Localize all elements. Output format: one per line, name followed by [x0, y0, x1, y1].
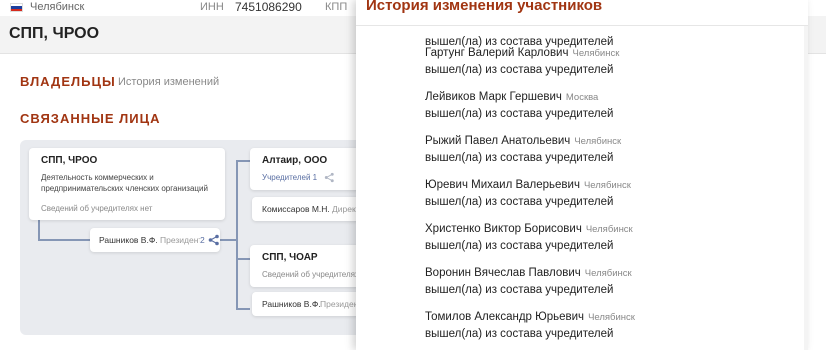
main-person-chip[interactable]: Рашников В.Ф. Президент 2 [90, 228, 220, 252]
russia-flag-icon [10, 3, 23, 12]
connector-line [38, 220, 40, 240]
history-panel-title: История изменения участников [366, 0, 603, 14]
kpp-label: КПП [325, 1, 348, 13]
history-entry-name[interactable]: Рыжий Павел Анатольевич [425, 135, 570, 147]
history-entry-name[interactable]: Томилов Александр Юрьевич [425, 311, 584, 323]
inn-value: 7451086290 [235, 0, 302, 14]
connector-line [236, 160, 238, 310]
history-entry: Воронин Вячеслав Павлович Челябинск вышел… [425, 263, 805, 307]
connector-line [236, 308, 250, 310]
person-name: Рашников В.Ф. [262, 299, 321, 309]
history-entry: Лейвиков Марк Гершевич Москва вышел(ла) и… [425, 87, 805, 131]
history-entry-name[interactable]: Юревич Михаил Валерьевич [425, 179, 580, 191]
owners-section-title: ВЛАДЕЛЬЦЫ [20, 74, 116, 89]
main-company-card[interactable]: СПП, ЧРОО Деятельность коммерческих и пр… [29, 148, 225, 220]
history-entry: Юревич Михаил Валерьевич Челябинск вышел(… [425, 175, 805, 219]
history-entry-action: вышел(ла) из состава учредителей [425, 284, 614, 296]
history-entry-city: Челябинск [583, 180, 631, 191]
connector-line [236, 258, 250, 260]
share-icon[interactable] [324, 172, 335, 183]
history-entry-name[interactable]: Воронин Вячеслав Павлович [425, 267, 581, 279]
inn-label: ИНН [200, 1, 224, 13]
history-panel: История изменения участников вышел(ла) и… [356, 0, 808, 350]
history-entry: Христенко Виктор Борисович Челябинск выше… [425, 219, 805, 263]
person-name: Рашников В.Ф. [99, 235, 158, 245]
history-entry-city: Челябинск [588, 312, 635, 323]
history-entry-city: Москва [565, 92, 599, 103]
history-entry-city: Челябинск [574, 136, 622, 147]
person-name: Комиссаров М.Н. [262, 204, 330, 214]
history-entry: Гартунг Валерий Карлович Челябинск вышел(… [425, 43, 805, 87]
person-role: Президент [160, 235, 200, 245]
history-panel-header: История изменения участников [356, 0, 808, 26]
choar-company-title: СПП, ЧОАР [262, 252, 318, 263]
main-company-title: СПП, ЧРОО [41, 155, 98, 166]
share-icon[interactable] [208, 234, 220, 246]
history-entry-action: вышел(ла) из состава учредителей [425, 240, 614, 252]
owners-history-link[interactable]: История изменений [118, 76, 219, 88]
connector-line [220, 239, 236, 241]
history-panel-scrollbar[interactable] [804, 26, 808, 350]
region-city: Челябинск [30, 1, 85, 13]
history-entry-name[interactable]: Христенко Виктор Борисович [425, 223, 582, 235]
main-company-founders-note: Сведений об учредителях нет [41, 204, 153, 213]
history-entry-name[interactable]: Гартунг Валерий Карлович [425, 47, 568, 59]
history-entry-action: вышел(ла) из состава учредителей [425, 64, 614, 76]
main-company-description: Деятельность коммерческих и предпринимат… [41, 173, 208, 193]
history-entry-action: вышел(ла) из состава учредителей [425, 328, 614, 340]
history-entry-city: Челябинск [585, 224, 633, 235]
history-entry-action: вышел(ла) из состава учредителей [425, 152, 614, 164]
altair-founders-count[interactable]: Учредителей 1 [262, 173, 317, 182]
person-links-count: 2 [200, 235, 205, 245]
history-entry-action: вышел(ла) из состава учредителей [425, 196, 614, 208]
altair-company-title: Алтаир, ООО [262, 155, 328, 166]
history-entry: Томилов Александр Юрьевич Челябинск вышел… [425, 307, 805, 350]
history-entry-name[interactable]: Лейвиков Марк Гершевич [425, 91, 562, 103]
connector-line [236, 160, 250, 162]
connector-line [38, 239, 90, 241]
related-persons-diagram: СПП, ЧРОО Деятельность коммерческих и пр… [20, 140, 400, 335]
related-persons-title: СВЯЗАННЫЕ ЛИЦА [20, 111, 161, 126]
history-entry-city: Челябинск [572, 48, 620, 59]
history-entry: Рыжий Павел Анатольевич Челябинск вышел(л… [425, 131, 805, 175]
company-name: СПП, ЧРОО [9, 25, 100, 42]
history-entry-city: Челябинск [584, 268, 632, 279]
history-entry-action: вышел(ла) из состава учредителей [425, 108, 614, 120]
